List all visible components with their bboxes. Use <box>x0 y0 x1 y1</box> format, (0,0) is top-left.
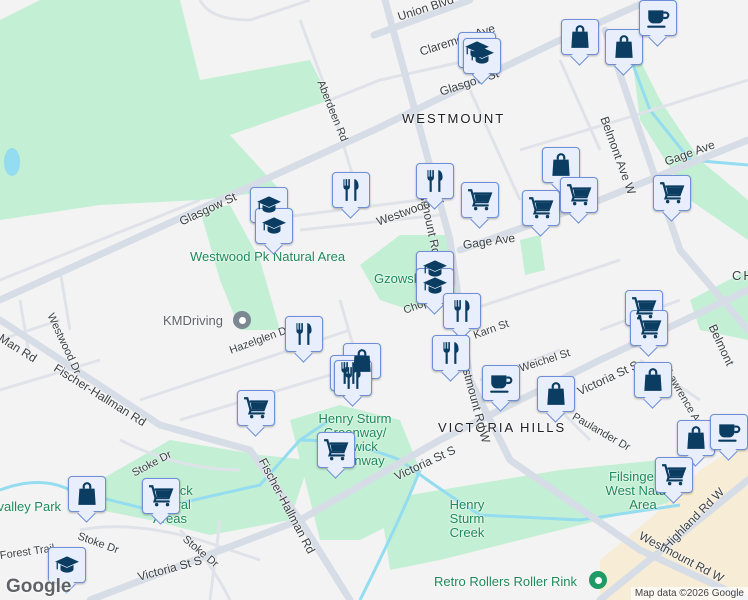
restaurant-icon <box>338 177 364 203</box>
shopping-cart-icon <box>528 195 554 221</box>
place-pin-icon[interactable] <box>233 311 251 329</box>
restaurant-icon <box>291 321 317 347</box>
map-marker-shopping-bag[interactable] <box>605 29 643 65</box>
map-marker-shopping-cart[interactable] <box>461 182 499 218</box>
park-area <box>520 235 545 275</box>
restaurant-icon <box>422 168 448 194</box>
map-marker-restaurant[interactable] <box>432 335 470 371</box>
shopping-cart-icon <box>148 483 174 509</box>
restaurant-icon <box>438 340 464 366</box>
map-marker-shopping-bag[interactable] <box>561 19 599 55</box>
map-marker-shopping-cart[interactable] <box>237 390 275 426</box>
coffee-icon <box>716 419 742 445</box>
map-marker-coffee[interactable] <box>710 414 748 450</box>
map-marker-coffee[interactable] <box>482 365 520 401</box>
map-marker-restaurant[interactable] <box>285 316 323 352</box>
map[interactable]: WESTMOUNT VICTORIA HILLS Union Blvd Clar… <box>0 0 748 600</box>
shopping-bag-icon <box>567 24 593 50</box>
restaurant-icon <box>449 298 475 324</box>
place-label[interactable]: KMDriving <box>163 313 223 328</box>
map-marker-shopping-cart[interactable] <box>522 190 560 226</box>
map-marker-shopping-cart[interactable] <box>142 478 180 514</box>
school-icon <box>261 213 287 239</box>
shopping-bag-icon <box>640 367 666 393</box>
coffee-icon <box>645 5 671 31</box>
neighbourhood-label: WESTMOUNT <box>402 111 506 126</box>
shopping-cart-icon <box>467 187 493 213</box>
shopping-bag-icon <box>548 152 574 178</box>
shopping-cart-icon <box>659 180 685 206</box>
map-marker-shopping-bag[interactable] <box>68 476 106 512</box>
park-label: Westwood Pk Natural Area <box>190 249 346 264</box>
map-marker-shopping-bag[interactable] <box>634 362 672 398</box>
google-logo: Google <box>6 576 72 597</box>
map-marker-shopping-cart[interactable] <box>653 175 691 211</box>
shopping-bag-icon <box>611 34 637 60</box>
shopping-cart-icon <box>661 462 687 488</box>
coffee-icon <box>488 370 514 396</box>
map-marker-shopping-cart[interactable] <box>560 177 598 213</box>
map-marker-shopping-cart[interactable] <box>317 432 355 468</box>
park-label: Henry Sturm Creek <box>449 497 485 540</box>
map-marker-school[interactable] <box>48 547 86 583</box>
school-icon <box>469 43 495 69</box>
place-label[interactable]: Retro Rollers Roller Rink <box>434 574 577 589</box>
map-marker-coffee[interactable] <box>639 0 677 36</box>
map-marker-restaurant[interactable] <box>416 163 454 199</box>
map-attribution[interactable]: Map data ©2026 Google <box>630 587 748 600</box>
map-marker-shopping-cart[interactable] <box>655 457 693 493</box>
neighbourhood-label: VICTORIA HILLS <box>438 420 567 435</box>
pond <box>4 148 20 176</box>
park-label: Glenvalley Park <box>0 499 62 514</box>
shopping-cart-icon <box>636 315 662 341</box>
shopping-cart-icon <box>323 437 349 463</box>
neighbourhood-label-partial: CH <box>732 268 748 283</box>
place-pin-icon[interactable] <box>589 571 607 589</box>
school-icon <box>54 552 80 578</box>
map-marker-shopping-bag[interactable] <box>537 376 575 412</box>
map-marker-restaurant[interactable] <box>443 293 481 329</box>
shopping-bag-icon <box>74 481 100 507</box>
restaurant-icon <box>340 365 366 391</box>
shopping-cart-icon <box>566 182 592 208</box>
shopping-cart-icon <box>243 395 269 421</box>
shopping-bag-icon <box>683 425 709 451</box>
school-icon <box>422 273 448 299</box>
map-marker-school[interactable] <box>255 208 293 244</box>
map-marker-shopping-cart[interactable] <box>630 310 668 346</box>
map-marker-school[interactable] <box>463 38 501 74</box>
shopping-bag-icon <box>543 381 569 407</box>
map-marker-restaurant[interactable] <box>332 172 370 208</box>
